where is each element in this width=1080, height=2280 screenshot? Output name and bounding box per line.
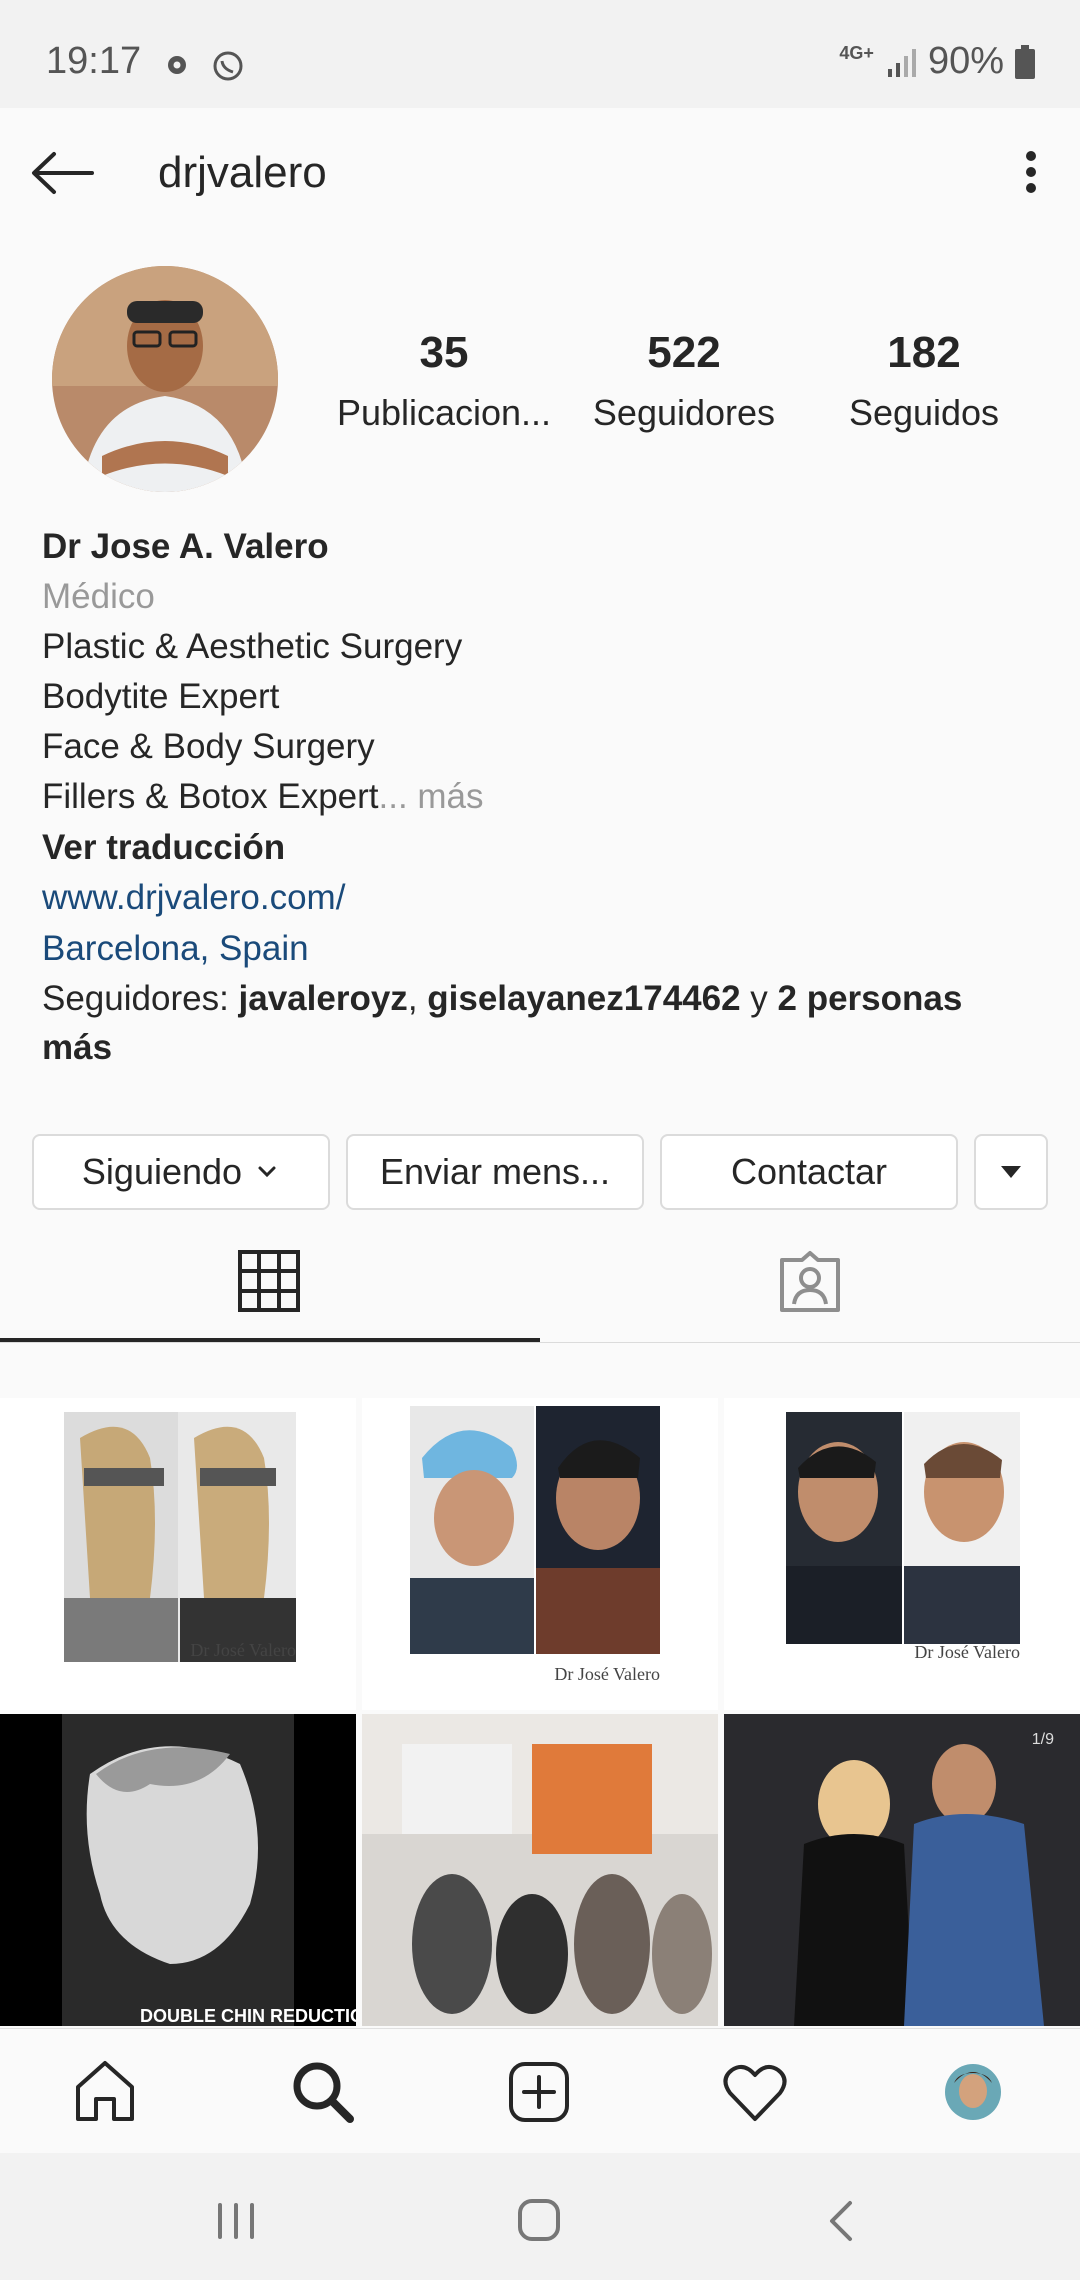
message-button-label: Enviar mens... [379,1151,611,1192]
settings-gear-icon [168,56,186,74]
post-thumbnail[interactable]: Dr José Valero [724,1398,1080,1710]
posts-count[interactable]: 35 Publicacion... [329,328,559,434]
follower-username[interactable]: javaleroyz [239,979,408,1018]
recent-apps-icon[interactable] [214,2201,258,2241]
bio-more-link[interactable]: ... más [379,777,484,816]
profile-avatar[interactable] [944,2063,1002,2121]
location-link[interactable]: Barcelona, Spain [42,924,309,974]
post-image [362,1714,718,2014]
battery-icon [1015,44,1035,79]
profile-username: drjvalero [158,148,327,197]
post-image: Dr José Valero [64,1412,296,1662]
post-watermark: Dr José Valero [190,1640,296,1660]
posts-number: 35 [419,328,469,377]
followed-by-conjunction: y [740,979,778,1018]
whatsapp-icon [213,51,243,81]
bio-line: Face & Body Surgery [42,727,375,766]
bio-line: Bodytite Expert [42,677,280,716]
followed-by-text[interactable]: Seguidores: javaleroyz, giselayanez17446… [42,974,1042,1072]
profile-avatar[interactable] [52,266,278,492]
contact-button[interactable]: Contactar [660,1134,958,1210]
followers-label: Seguidores [592,392,776,433]
bio-line: Fillers & Botox Expert... más [42,772,484,822]
system-navigation-bar [0,2153,1080,2280]
post-thumbnail[interactable]: Dr José Valero [0,1398,356,1710]
home-icon[interactable] [74,2059,136,2123]
avatar-photo [52,266,278,492]
following-number: 182 [887,328,961,377]
chevron-down-icon [258,1166,276,1178]
followed-by-prefix: Seguidores: [42,979,239,1018]
bottom-navigation [0,2028,1080,2154]
post-caption-overlay: DOUBLE CHIN REDUCTION [140,2006,356,2026]
grid-icon[interactable] [238,1250,300,1312]
post-image: DOUBLE CHIN REDUCTION [62,1714,356,2026]
followers-number: 522 [647,328,721,377]
bio-line-text: Fillers & Botox Expert [42,777,379,816]
follower-username[interactable]: giselayanez174462 [427,979,740,1018]
website-link[interactable]: www.drjvalero.com/ [42,873,345,923]
post-thumbnail[interactable]: DOUBLE CHIN REDUCTION [0,1714,356,2026]
profile-full-name: Dr Jose A. Valero [42,527,329,566]
back-arrow-icon[interactable] [30,150,96,196]
search-icon[interactable] [290,2059,354,2123]
battery-percent: 90% [927,40,1004,82]
triangle-down-icon [1001,1166,1021,1178]
add-post-icon[interactable] [508,2061,570,2123]
profile-category: Médico [42,577,155,616]
post-thumbnail[interactable]: 1/9 [724,1714,1080,2026]
followed-by-separator: , [407,979,428,1018]
following-count[interactable]: 182 Seguidos [809,328,1039,434]
post-image: Dr José Valero [410,1406,660,1684]
following-button[interactable]: Siguiendo [32,1134,330,1210]
carousel-counter: 1/9 [1032,1731,1054,1748]
tagged-person-icon[interactable] [778,1250,842,1314]
posts-label: Publicacion... [336,392,552,433]
following-button-label: Siguiendo [81,1151,243,1192]
system-back-icon[interactable] [826,2199,856,2243]
see-translation-link[interactable]: Ver traducción [42,823,285,873]
post-thumbnail[interactable] [362,1714,718,2026]
post-image: Dr José Valero [786,1412,1020,1662]
suggestions-dropdown-button[interactable] [974,1134,1048,1210]
post-watermark: Dr José Valero [554,1664,660,1684]
post-thumbnail[interactable]: Dr José Valero [362,1398,718,1710]
status-time: 19:17 [46,40,142,82]
status-bar: 19:17 4G+ 90% [0,0,1080,108]
home-button-icon[interactable] [516,2197,562,2243]
message-button[interactable]: Enviar mens... [346,1134,644,1210]
heart-icon[interactable] [722,2063,788,2123]
contact-button-label: Contactar [730,1151,888,1192]
more-options-icon[interactable] [1016,150,1046,194]
post-image: 1/9 [794,1731,1054,2026]
signal-bars-icon [887,48,916,77]
tab-divider [0,1342,1080,1343]
followers-count[interactable]: 522 Seguidores [569,328,799,434]
post-watermark: Dr José Valero [914,1642,1020,1662]
bio-line: Plastic & Aesthetic Surgery [42,627,463,666]
network-type: 4G+ [839,43,874,63]
following-label: Seguidos [848,392,1000,433]
